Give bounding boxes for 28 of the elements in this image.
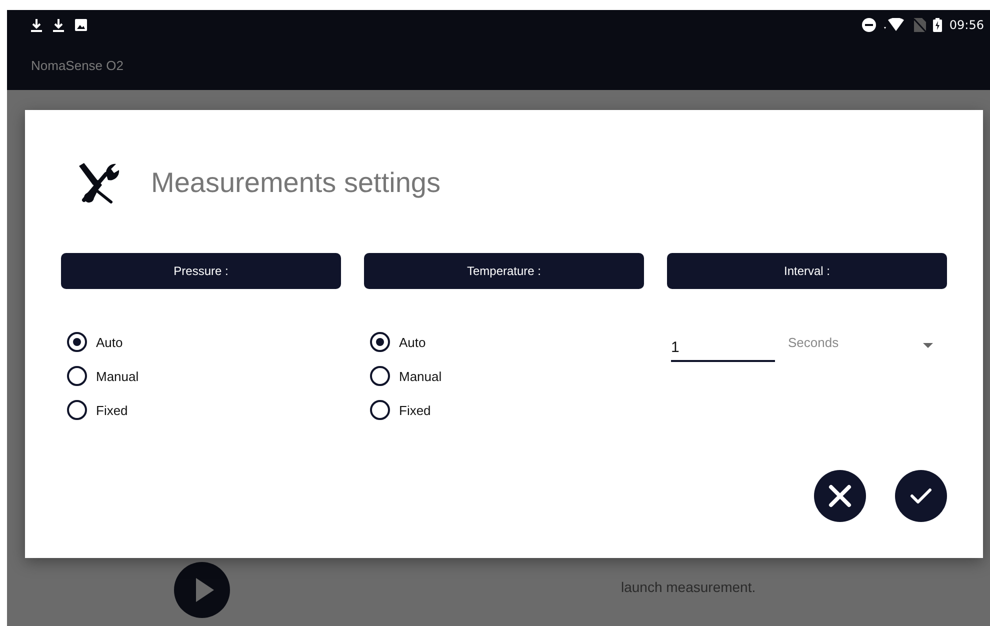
checkmark-icon (910, 488, 932, 504)
download-icon (53, 18, 64, 32)
download-icon (31, 18, 42, 32)
radio-option[interactable]: Fixed (67, 400, 128, 420)
no-sim-icon (914, 18, 926, 32)
interval-input[interactable]: 1 (671, 333, 775, 362)
caret-icon (923, 343, 933, 348)
play-button-icon[interactable] (174, 562, 230, 618)
tools-icon (76, 162, 122, 204)
dialog-title: Measurements settings (151, 167, 440, 199)
section-header: Pressure : (61, 253, 341, 289)
radio-option[interactable]: Auto (67, 332, 123, 352)
section-header: Interval : (667, 253, 947, 289)
do-not-disturb-icon (862, 18, 876, 32)
confirm-button[interactable] (895, 470, 947, 522)
close-icon (828, 484, 852, 508)
battery-charging-icon (933, 18, 942, 32)
app-title: NomaSense O2 (31, 58, 124, 72)
radio-option[interactable]: Manual (370, 366, 442, 386)
status-time: 09:56 (949, 18, 984, 32)
section-header: Temperature : (364, 253, 644, 289)
instruction-text: launch measurement. (621, 579, 756, 595)
radio-option[interactable]: Auto (370, 332, 426, 352)
unit-dropdown[interactable]: Seconds (788, 333, 933, 350)
image-icon (75, 19, 87, 31)
radio-option[interactable]: Fixed (370, 400, 431, 420)
cancel-button[interactable] (814, 470, 866, 522)
radio-option[interactable]: Manual (67, 366, 139, 386)
